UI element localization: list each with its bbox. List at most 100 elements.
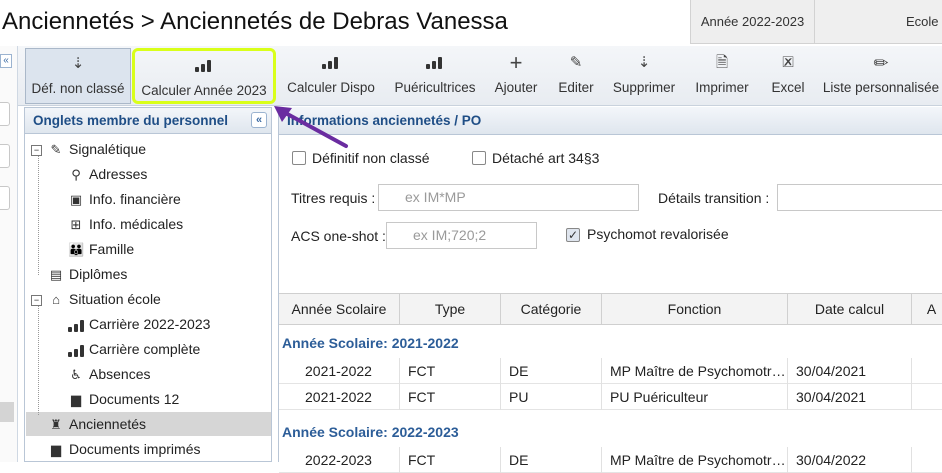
acs-one-shot-label: ACS one-shot : [291, 228, 386, 244]
column-categorie[interactable]: Catégorie [501, 294, 602, 324]
expand-left-panel-icon[interactable]: « [0, 54, 12, 68]
table-row[interactable]: 2021-2022 FCT DE MP Maître de Psychomotr… [279, 358, 942, 384]
family-icon: 👪 [68, 242, 85, 257]
calculer-dispo-button[interactable]: Calculer Dispo [281, 48, 381, 104]
cell-categorie: DE [501, 447, 602, 473]
collapse-icon[interactable]: − [31, 294, 42, 306]
document-icon: ▆ [71, 392, 81, 407]
cell-fonction: MP Maître de Psychomotri… [602, 447, 788, 473]
sidebar-item-diplomes[interactable]: ▤ Diplômes [48, 262, 128, 286]
column-annee-scolaire[interactable]: Année Scolaire [279, 294, 400, 324]
detache-label: Détaché art 34§3 [492, 150, 600, 166]
column-a[interactable]: A [912, 294, 942, 324]
excel-button[interactable]: 🗷 Excel [766, 48, 810, 104]
bar-chart-icon [388, 48, 482, 78]
left-panel-field[interactable] [0, 186, 10, 210]
diploma-icon: ▤ [49, 267, 63, 282]
main-panel: Informations anciennetés / PO Définitif … [278, 107, 942, 473]
definitif-non-classe-label: Définitif non classé [312, 150, 430, 166]
cell-annee: 2021-2022 [279, 358, 400, 384]
sidebar-item-adresses[interactable]: ⚲ Adresses [68, 162, 147, 186]
document-icon: ▆ [51, 442, 61, 457]
excel-icon: 🗷 [782, 54, 794, 71]
calculer-annee-2023-button[interactable]: Calculer Année 2023 [132, 48, 276, 104]
supprimer-button[interactable]: ⇣ Supprimer [608, 48, 680, 104]
column-fonction[interactable]: Fonction [602, 294, 788, 324]
cell-date-calcul: 30/04/2021 [788, 358, 912, 384]
sidebar: Onglets membre du personnel « − ✎ Signalét… [24, 107, 272, 462]
sidebar-item-situation-ecole[interactable]: − ⌂ Situation école [31, 287, 161, 311]
sidebar-title: Onglets membre du personnel [33, 113, 229, 128]
left-panel-field[interactable] [0, 144, 10, 168]
titres-requis-label: Titres requis : [291, 190, 376, 206]
table-row[interactable]: 2022-2023 FCT DE MP Maître de Psychomotr… [279, 447, 942, 473]
left-panel-selection [0, 402, 14, 422]
collapse-sidebar-icon[interactable]: « [251, 112, 267, 128]
sidebar-item-carriere-2022-2023[interactable]: Carrière 2022-2023 [68, 312, 210, 336]
sidebar-item-documents-12[interactable]: ▆ Documents 12 [68, 387, 179, 411]
left-collapsed-panel: « [0, 46, 18, 462]
page-title: Anciennetés > Anciennetés de Debras Vane… [2, 8, 508, 35]
psychomot-checkbox[interactable]: ✓ [566, 228, 580, 242]
sidebar-item-documents-imprimes[interactable]: ▆ Documents imprimés [48, 437, 200, 461]
seniority-icon: ♜ [50, 417, 62, 432]
imprimer-button[interactable]: 🗎 Imprimer [690, 48, 754, 104]
edit-icon: ✎ [50, 142, 62, 157]
medical-icon: ⊞ [70, 217, 82, 232]
editer-button[interactable]: ✎ Editer [549, 48, 603, 104]
cell-type: FCT [400, 447, 501, 473]
ajouter-button[interactable]: + Ajouter [489, 48, 543, 104]
group-row[interactable]: Année Scolaire: 2022-2023 [279, 417, 942, 447]
sidebar-item-carriere-complete[interactable]: Carrière complète [68, 337, 200, 361]
puericultrices-button[interactable]: Puéricultrices [388, 48, 482, 104]
toolbar: ⇣ Déf. non classé Calculer Année 2023 Ca… [18, 46, 942, 106]
details-transition-input[interactable] [777, 184, 942, 211]
sidebar-item-anciennetes[interactable]: ♜ Anciennetés [48, 412, 146, 436]
liste-personnalisee-button[interactable]: ✏ Liste personnalisée [820, 48, 942, 104]
sidebar-item-absences[interactable]: ♿ Absences [68, 362, 150, 386]
bar-chart-icon [135, 51, 273, 81]
edit-icon: ✎ [569, 54, 583, 71]
column-type[interactable]: Type [400, 294, 501, 324]
cell-categorie: PU [501, 384, 602, 410]
sidebar-item-famille[interactable]: 👪 Famille [68, 237, 134, 261]
cell-fonction: PU Puériculteur [602, 384, 788, 410]
plus-icon: + [509, 50, 523, 75]
sort-icon: ⇣ [71, 55, 85, 72]
group-row[interactable]: Année Scolaire: 2021-2022 [279, 328, 942, 358]
tab-school[interactable]: Ecole [815, 0, 942, 44]
titres-requis-input[interactable]: ex IM*MP [378, 184, 639, 211]
cell-fonction: MP Maître de Psychomotri… [602, 358, 788, 384]
collapse-icon[interactable]: − [31, 144, 42, 156]
cell-annee: 2021-2022 [279, 384, 400, 410]
definitif-non-classe-checkbox[interactable] [292, 151, 306, 165]
sidebar-item-signaletique[interactable]: − ✎ Signalétique [31, 137, 146, 161]
column-date-calcul[interactable]: Date calcul [788, 294, 912, 324]
bar-chart-icon [281, 48, 381, 78]
left-panel-field[interactable] [0, 102, 10, 126]
sort-icon: ⇣ [637, 54, 651, 71]
cell-type: FCT [400, 384, 501, 410]
def-non-classe-button[interactable]: ⇣ Déf. non classé [25, 48, 131, 104]
tab-year[interactable]: Année 2022-2023 [690, 0, 815, 44]
details-transition-label: Détails transition : [658, 190, 770, 206]
acs-one-shot-input[interactable]: ex IM;720;2 [386, 222, 537, 249]
cell-type: FCT [400, 358, 501, 384]
cell-annee: 2022-2023 [279, 447, 400, 473]
grid-header: Année Scolaire Type Catégorie Fonction D… [279, 293, 942, 325]
document-icon: 🗎 [715, 54, 729, 71]
sidebar-item-info-medicales[interactable]: ⊞ Info. médicales [68, 212, 184, 236]
location-icon: ⚲ [71, 167, 81, 182]
sidebar-item-info-financiere[interactable]: ▣ Info. financière [68, 187, 181, 211]
absence-icon: ♿ [70, 367, 82, 382]
detache-checkbox[interactable] [472, 151, 486, 165]
money-icon: ▣ [69, 192, 83, 207]
bar-chart-icon [68, 313, 84, 337]
psychomot-label: Psychomot revalorisée [587, 226, 729, 242]
sidebar-header: Onglets membre du personnel « [25, 108, 271, 134]
cell-date-calcul: 30/04/2022 [788, 447, 912, 473]
bar-chart-icon [68, 338, 84, 362]
table-row[interactable]: 2021-2022 FCT PU PU Puériculteur 30/04/2… [279, 384, 942, 410]
cell-categorie: DE [501, 358, 602, 384]
section-title: Informations anciennetés / PO [279, 107, 942, 135]
